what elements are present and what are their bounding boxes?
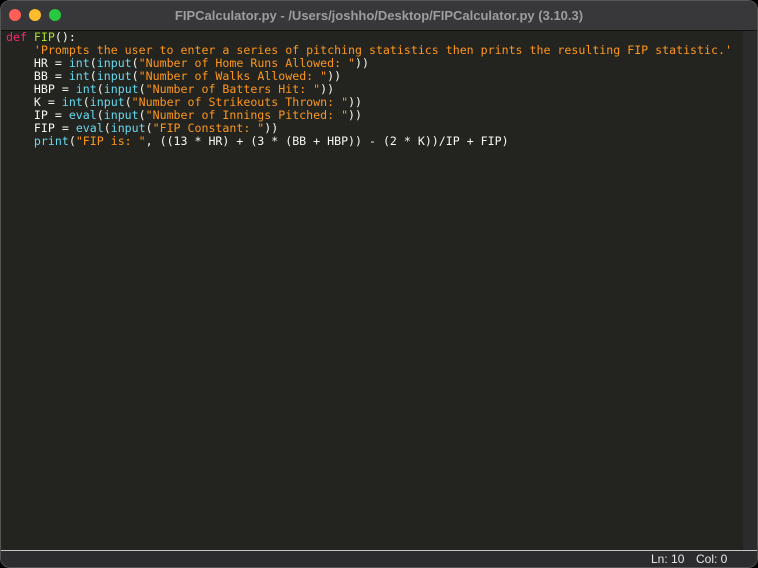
code-token: def (6, 30, 34, 44)
code-token: input (110, 121, 146, 135)
code-token: "Number of Strikeouts Thrown: " (131, 95, 349, 109)
column-number: Col: 0 (696, 552, 728, 566)
code-token: int (61, 95, 83, 109)
vertical-scrollbar[interactable] (742, 31, 757, 550)
code-token: eval (75, 121, 104, 135)
code-token: ( (145, 121, 153, 135)
code-token: print (33, 134, 69, 148)
code-token: eval (68, 108, 97, 122)
code-token: ( (131, 69, 139, 83)
code-token: "Number of Innings Pitched: " (145, 108, 349, 122)
code-token: input (89, 95, 125, 109)
code-token: HBP = (6, 82, 76, 96)
code-token: input (103, 108, 139, 122)
code-token: )) (355, 56, 370, 70)
code-token: FIP = (6, 121, 76, 135)
code-token: 'Prompts the user to enter a series of p… (33, 43, 732, 57)
code-token: "Number of Walks Allowed: " (138, 69, 328, 83)
code-token: "Number of Batters Hit: " (145, 82, 321, 96)
idle-editor-window: FIPCalculator.py - /Users/joshho/Desktop… (0, 0, 758, 568)
code-token: ( (89, 69, 97, 83)
code-token: HR = (6, 56, 69, 70)
code-text[interactable]: def FIP(): 'Prompts the user to enter a … (1, 31, 743, 148)
code-token: ( (96, 82, 104, 96)
code-token: ( (82, 95, 90, 109)
code-editor[interactable]: def FIP(): 'Prompts the user to enter a … (1, 31, 743, 550)
code-token: )) (348, 95, 363, 109)
code-token: "FIP is: " (75, 134, 146, 148)
code-token: ( (131, 56, 139, 70)
code-token: )) (264, 121, 279, 135)
code-token: int (68, 56, 90, 70)
code-token: input (96, 69, 132, 83)
code-token: )) (348, 108, 363, 122)
code-token: "Number of Home Runs Allowed: " (138, 56, 356, 70)
code-token: , ((13 * HR) + (3 * (BB + HBP)) - (2 * K… (145, 134, 509, 148)
code-token: ( (124, 95, 132, 109)
code-token: BB = (6, 69, 69, 83)
title-bar: FIPCalculator.py - /Users/joshho/Desktop… (1, 1, 757, 31)
code-token: FIP (33, 30, 55, 44)
code-token: )) (327, 69, 342, 83)
code-token: input (96, 56, 132, 70)
code-token: ( (138, 82, 146, 96)
code-token: K = (6, 95, 62, 109)
code-token: ( (138, 108, 146, 122)
status-bar: Ln: 10 Col: 0 (1, 550, 757, 567)
window-title: FIPCalculator.py - /Users/joshho/Desktop… (174, 8, 584, 23)
code-token: int (75, 82, 97, 96)
line-number: Ln: 10 (651, 552, 685, 566)
code-token: ( (96, 108, 104, 122)
code-token: ( (89, 56, 97, 70)
code-token: (): (54, 30, 76, 44)
code-token: ( (68, 134, 76, 148)
code-token: ( (103, 121, 111, 135)
code-token: )) (320, 82, 335, 96)
code-token: "FIP Constant: " (152, 121, 265, 135)
code-line[interactable]: print("FIP is: ", ((13 * HR) + (3 * (BB … (6, 135, 743, 148)
code-token: int (68, 69, 90, 83)
code-token: IP = (6, 108, 69, 122)
code-token: input (103, 82, 139, 96)
